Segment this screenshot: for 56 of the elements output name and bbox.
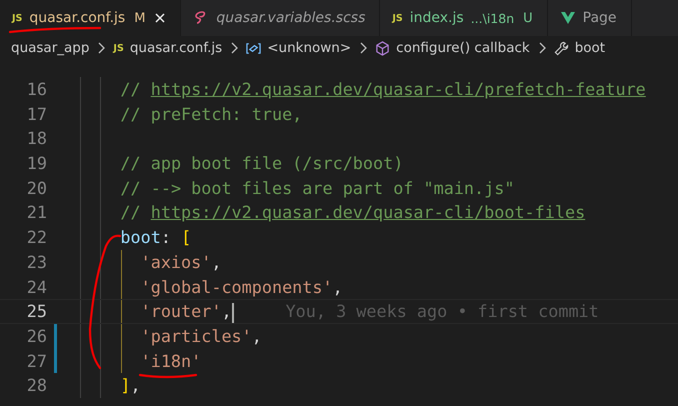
code-line: 'global-components', <box>140 276 343 296</box>
breadcrumb-item[interactable]: quasar.conf.js <box>130 40 222 56</box>
git-status-label: U <box>523 10 533 26</box>
line-number: 25 <box>26 300 47 323</box>
line-number: 17 <box>26 102 47 126</box>
git-blame-annotation: You, 3 weeks ago • first commit <box>286 301 599 322</box>
line-number: 16 <box>26 78 47 101</box>
chevron-right-icon <box>538 42 546 54</box>
js-file-icon: JS <box>12 12 22 24</box>
js-file-icon: JS <box>392 12 403 24</box>
chevron-right-icon <box>97 42 106 54</box>
code-line: // preFetch: true, <box>119 104 302 124</box>
breadcrumb-item[interactable]: <unknown> <box>267 40 352 56</box>
vue-file-icon <box>560 10 576 26</box>
code-line: 'router', <box>140 301 232 322</box>
line-number: 28 <box>26 374 47 398</box>
cube-icon <box>375 40 390 56</box>
underline-annotation <box>138 372 198 380</box>
chevron-right-icon <box>230 42 238 54</box>
code-line: boot: [ <box>119 227 192 248</box>
line-number: 24 <box>26 276 47 298</box>
code-line: 'i18n' <box>140 350 202 371</box>
line-number: 26 <box>26 324 47 348</box>
editor-tab[interactable]: JS quasar.conf.js M <box>0 0 182 36</box>
tab-label: quasar.conf.js <box>29 10 126 26</box>
line-number: 20 <box>26 176 47 200</box>
editor-tab[interactable]: JS index.js ...\i18n U <box>380 0 548 36</box>
editor-tab[interactable]: Page <box>548 0 632 36</box>
code-line: // https://v2.quasar.dev/quasar-cli/boot-files <box>119 202 586 222</box>
code-line: ], <box>119 375 141 396</box>
tab-label: quasar.variables.scss <box>216 10 366 26</box>
close-icon[interactable] <box>154 12 166 24</box>
code-line: // app boot file (/src/boot) <box>119 153 404 174</box>
chevron-right-icon <box>359 42 368 54</box>
breadcrumb-item[interactable]: configure() callback <box>396 40 530 56</box>
variable-icon <box>246 40 262 56</box>
editor-tab[interactable]: quasar.variables.scss <box>181 0 380 36</box>
line-number: 19 <box>26 152 47 176</box>
wrench-icon <box>554 40 569 56</box>
code-line: 'axios', <box>140 252 222 272</box>
breadcrumb-item[interactable]: boot <box>574 40 606 56</box>
git-status-label: M <box>134 10 146 26</box>
line-number: 27 <box>26 350 47 373</box>
js-file-icon: JS <box>113 42 124 54</box>
code-line: // https://v2.quasar.dev/quasar-cli/prefetch-feature <box>119 79 646 99</box>
line-number: 22 <box>26 226 47 250</box>
text-cursor <box>232 302 234 323</box>
tab-label: Page <box>582 10 617 26</box>
tab-description: ...\i18n <box>470 10 514 26</box>
line-number: 23 <box>26 250 47 274</box>
breadcrumb-item[interactable]: quasar_app <box>11 40 90 56</box>
code-line: 'particles', <box>140 326 262 346</box>
code-line: // --> boot files are part of "main.js" <box>119 178 514 198</box>
line-number: 18 <box>26 127 47 150</box>
line-number: 21 <box>26 201 47 224</box>
tab-label: index.js <box>410 10 464 26</box>
